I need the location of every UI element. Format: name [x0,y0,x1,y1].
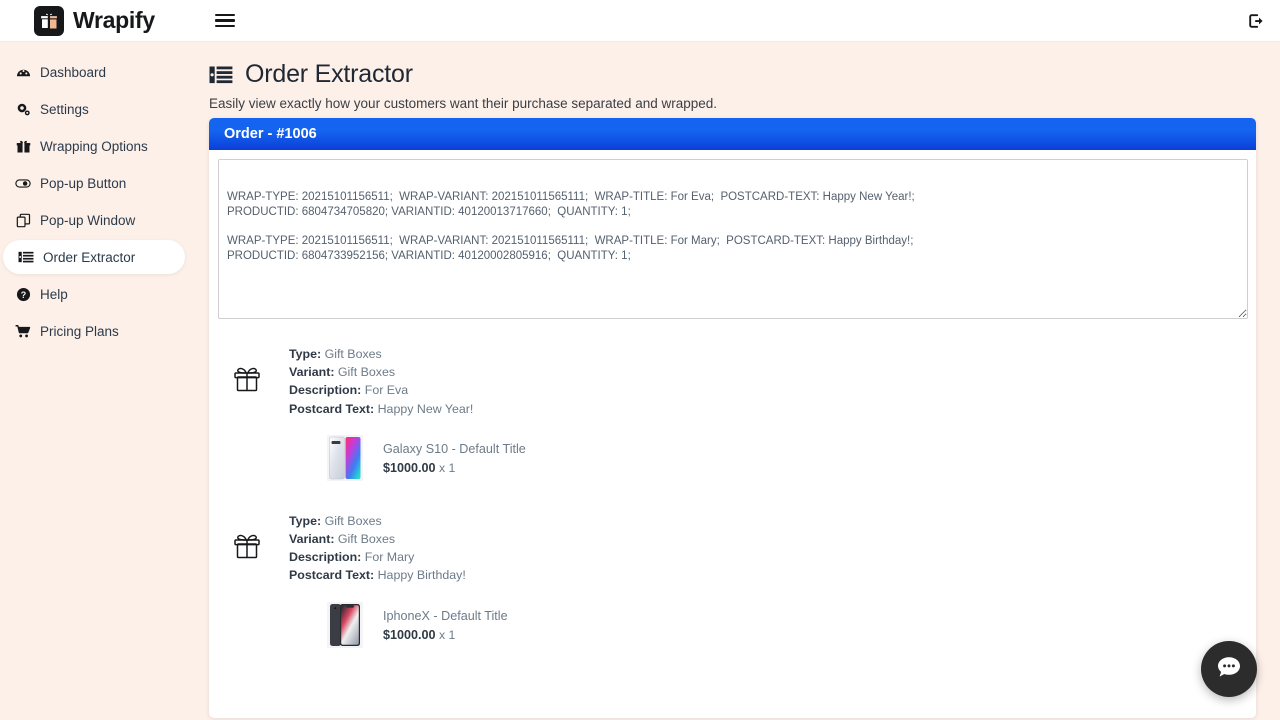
item-variant-line: Variant: Gift Boxes [289,530,508,548]
toggle-button-icon [15,175,31,191]
sidebar-item-help[interactable]: ? Help [0,277,185,311]
product-quantity: x 1 [438,627,456,642]
product-quantity: x 1 [438,460,456,475]
sidebar-item-pricing-plans[interactable]: Pricing Plans [0,314,185,348]
shopping-cart-icon [15,323,31,339]
item-description-label: Description: [289,550,362,565]
galaxy-s10-phone-thumbnail [327,434,363,481]
sidebar-item-label: Dashboard [40,64,107,80]
item-type-value: Gift Boxes [324,513,382,528]
sidebar-item-label: Pricing Plans [40,323,119,339]
order-item: Type: Gift Boxes Variant: Gift Boxes Des… [227,342,1247,481]
item-postcard-label: Postcard Text: [289,401,375,416]
item-variant-label: Variant: [289,532,335,547]
order-item-details: Type: Gift Boxes Variant: Gift Boxes Des… [289,509,508,648]
list-extract-icon [209,64,233,86]
item-description-value: For Eva [364,383,409,398]
sidebar-item-label: Settings [40,101,89,117]
sidebar-item-dashboard[interactable]: Dashboard [0,55,185,89]
item-postcard-value: Happy Birthday! [377,568,466,583]
list-extract-icon [18,249,34,265]
sidebar-item-order-extractor[interactable]: Order Extractor [3,240,185,274]
product-name: IphoneX - Default Title [383,608,508,623]
order-item-details: Type: Gift Boxes Variant: Gift Boxes Des… [289,342,526,481]
order-item: Type: Gift Boxes Variant: Gift Boxes Des… [227,509,1247,648]
order-extract-textarea[interactable] [218,159,1248,319]
page-subtitle: Easily view exactly how your customers w… [209,96,718,111]
product-price: $1000.00 [383,627,436,642]
order-card: Order - #1006 WRAP-TYPE: 20215101156511;… [209,118,1256,718]
item-type-label: Type: [289,347,322,361]
sidebar-item-label: Pop-up Window [40,212,136,228]
brand-logo-area[interactable]: Wrapify [34,5,155,36]
item-type-value: Gift Boxes [324,347,382,361]
logout-icon[interactable] [1242,9,1270,33]
sidebar-item-label: Wrapping Options [40,138,148,154]
sidebar-item-label: Order Extractor [43,249,136,265]
order-items-list: Type: Gift Boxes Variant: Gift Boxes Des… [218,342,1247,648]
gear-icon [15,101,31,117]
order-card-body: Type: Gift Boxes Variant: Gift Boxes Des… [209,150,1256,718]
item-postcard-line: Postcard Text: Happy New Year! [289,400,526,418]
product-row: Galaxy S10 - Default Title $1000.00 x 1 [289,434,526,481]
item-description-label: Description: [289,383,362,398]
product-name: Galaxy S10 - Default Title [383,441,526,456]
sidebar-item-label: Pop-up Button [40,175,127,191]
product-info: Galaxy S10 - Default Title $1000.00 x 1 [383,441,526,475]
sidebar-navigation: Dashboard Settings Wrapping Options Pop-… [0,42,197,720]
gift-box-logo-icon [34,5,64,36]
product-info: IphoneX - Default Title $1000.00 x 1 [383,608,508,642]
question-circle-icon: ? [15,286,31,302]
item-description-line: Description: For Eva [289,381,526,399]
hamburger-menu-icon[interactable] [214,12,235,30]
sidebar-item-popup-window[interactable]: Pop-up Window [0,203,185,237]
item-type-label: Type: [289,513,322,528]
sidebar-item-label: Help [40,286,68,302]
item-description-value: For Mary [364,550,415,565]
svg-text:?: ? [20,289,26,299]
gift-box-icon [227,358,267,398]
chat-bubble-icon [1214,652,1244,687]
item-variant-value: Gift Boxes [337,365,396,380]
item-variant-line: Variant: Gift Boxes [289,363,526,381]
sidebar-item-popup-button[interactable]: Pop-up Button [0,166,185,200]
sidebar-item-settings[interactable]: Settings [0,92,185,126]
item-type-line: Type: Gift Boxes [289,345,526,363]
gift-box-icon [227,525,267,565]
brand-name: Wrapify [73,7,155,33]
chat-widget-button[interactable] [1201,641,1257,697]
item-postcard-value: Happy New Year! [377,401,474,416]
product-price: $1000.00 [383,460,436,475]
item-postcard-line: Postcard Text: Happy Birthday! [289,566,508,584]
item-variant-value: Gift Boxes [337,532,396,547]
page-header: Order Extractor Easily view exactly how … [197,42,1280,111]
gift-icon [15,138,31,154]
item-postcard-label: Postcard Text: [289,568,375,583]
item-type-line: Type: Gift Boxes [289,512,508,530]
main-content-area: Order Extractor Easily view exactly how … [197,42,1280,720]
item-description-line: Description: For Mary [289,548,508,566]
product-row: IphoneX - Default Title $1000.00 x 1 [289,601,508,648]
dashboard-gauge-icon [15,64,31,80]
order-card-header: Order - #1006 [209,118,1256,150]
iphonex-phone-thumbnail [327,601,363,648]
top-navigation-bar: Wrapify [0,0,1280,42]
sidebar-item-wrapping-options[interactable]: Wrapping Options [0,129,185,163]
item-variant-label: Variant: [289,365,335,380]
windows-copy-icon [15,212,31,228]
page-title: Order Extractor [245,60,413,88]
page-title-row: Order Extractor [209,60,1280,89]
product-price-line: $1000.00 x 1 [383,461,526,475]
product-price-line: $1000.00 x 1 [383,628,508,642]
